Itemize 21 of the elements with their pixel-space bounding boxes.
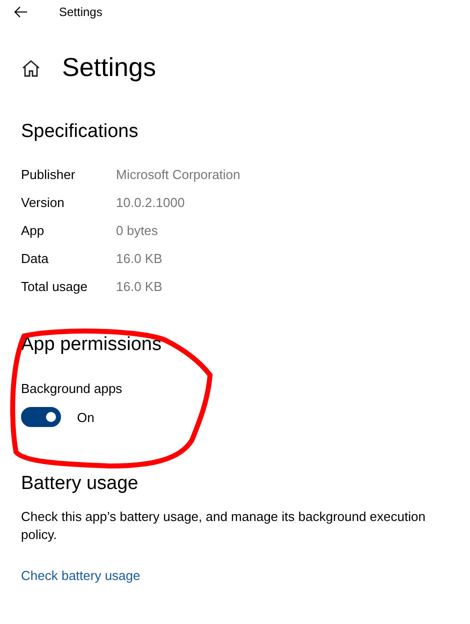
window-title: Settings: [59, 5, 102, 19]
spec-value: Microsoft Corporation: [116, 167, 240, 182]
spec-value: 16.0 KB: [116, 251, 164, 266]
spec-value: 10.0.2.1000: [116, 195, 186, 210]
page-title: Settings: [62, 52, 156, 83]
toggle-state: On: [77, 410, 94, 424]
back-icon[interactable]: [14, 6, 28, 18]
spec-value: 16.0 KB: [116, 279, 164, 294]
battery-usage-link[interactable]: Check battery usage: [21, 568, 140, 583]
spec-value: 0 bytes: [116, 223, 159, 238]
description-text: Check this app’s battery usage, and manage its background execution policy.: [21, 508, 426, 544]
section-heading: Specifications: [21, 121, 138, 143]
toggle-label: Background apps: [21, 381, 122, 396]
spec-label: Publisher: [21, 167, 76, 182]
spec-label: Data: [21, 251, 50, 266]
spec-label: Version: [21, 195, 66, 210]
home-icon[interactable]: [21, 58, 41, 76]
spec-label: Total usage: [21, 279, 88, 294]
spec-label: App: [21, 223, 46, 238]
section-heading: Battery usage: [21, 473, 138, 495]
toggle-switch[interactable]: [21, 407, 61, 427]
